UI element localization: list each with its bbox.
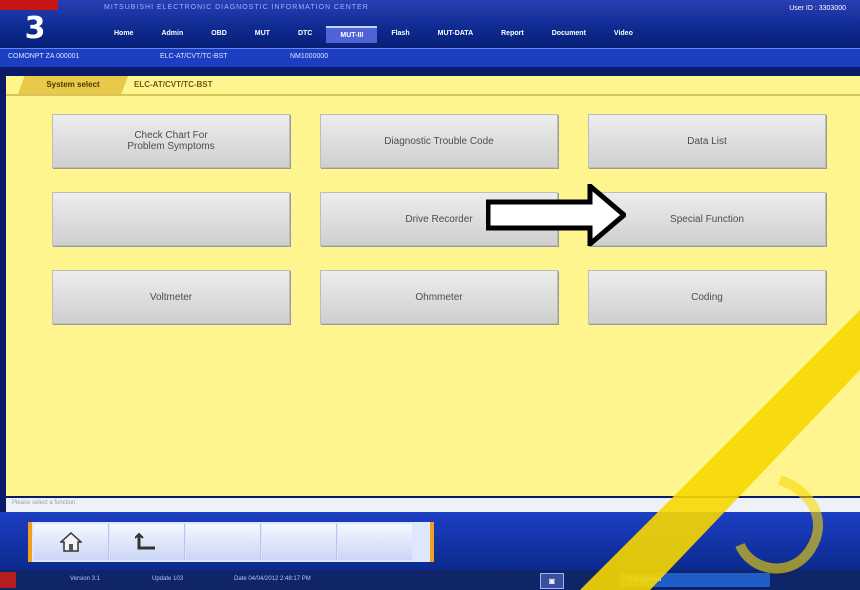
toolbar-slot (186, 524, 261, 560)
date-label: Date 04/04/2012 2:48:17 PM (234, 576, 311, 582)
main-nav: Home Admin OBD MUT DTC MUT-III Flash MUT… (100, 26, 647, 43)
nav-report[interactable]: Report (487, 26, 538, 43)
top-header: 3 MITSUBISHI ELECTRONIC DIAGNOSTIC INFOR… (0, 0, 860, 48)
user-id-label: User ID : 3303000 (789, 5, 846, 12)
brand-strip (0, 0, 58, 10)
disabled-function-button (52, 192, 290, 246)
diagnostic-trouble-code-button[interactable]: Diagnostic Trouble Code (320, 114, 558, 168)
bottom-toolbar (0, 512, 860, 570)
tool-strip (28, 522, 434, 562)
back-icon (135, 532, 155, 550)
start-icon[interactable] (0, 572, 16, 588)
nav-document[interactable]: Document (538, 26, 600, 43)
nav-mut[interactable]: MUT (241, 26, 284, 43)
app-logo: 3 (24, 11, 46, 46)
nav-admin[interactable]: Admin (147, 26, 197, 43)
breadcrumb: COMONPT ZA 000001 ELC-AT/CVT/TC-BST NM10… (0, 48, 860, 67)
nav-mut-iii[interactable]: MUT-III (326, 26, 378, 43)
back-button[interactable] (110, 524, 185, 560)
nav-video[interactable]: Video (600, 26, 647, 43)
nav-dtc[interactable]: DTC (284, 26, 326, 43)
update-label: Update 103 (152, 576, 184, 582)
system-tray: S Supported (620, 573, 770, 587)
check-chart-button[interactable]: Check Chart For Problem Symptoms (52, 114, 290, 168)
home-button[interactable] (34, 524, 109, 560)
status-text: Please select a function. (12, 500, 78, 506)
nav-mut-data[interactable]: MUT-DATA (424, 26, 488, 43)
coding-button[interactable]: Coding (588, 270, 826, 324)
ohmmeter-button[interactable]: Ohmmeter (320, 270, 558, 324)
version-label: Version 3.1 (70, 576, 101, 582)
camera-icon[interactable]: ◙ (540, 573, 564, 589)
breadcrumb-item: COMONPT ZA 000001 (8, 53, 80, 60)
toolbar-slot (338, 524, 412, 560)
data-list-button[interactable]: Data List (588, 114, 826, 168)
home-icon (60, 532, 82, 552)
status-line: Please select a function. (6, 498, 860, 512)
tab-system-select[interactable]: System select (18, 76, 128, 94)
voltmeter-button[interactable]: Voltmeter (52, 270, 290, 324)
tab-underline (6, 94, 860, 96)
taskbar: Version 3.1 Update 103 Date 04/04/2012 2… (0, 570, 860, 590)
toolbar-slot (262, 524, 337, 560)
nav-home[interactable]: Home (100, 26, 147, 43)
nav-obd[interactable]: OBD (197, 26, 241, 43)
tab-ecu: ELC-AT/CVT/TC-BST (134, 80, 213, 89)
app-title: MITSUBISHI ELECTRONIC DIAGNOSTIC INFORMA… (104, 4, 369, 11)
breadcrumb-item: NM1000000 (290, 53, 329, 60)
nav-flash[interactable]: Flash (377, 26, 423, 43)
right-arrow-icon (486, 184, 626, 246)
breadcrumb-item: ELC-AT/CVT/TC-BST (160, 53, 228, 60)
